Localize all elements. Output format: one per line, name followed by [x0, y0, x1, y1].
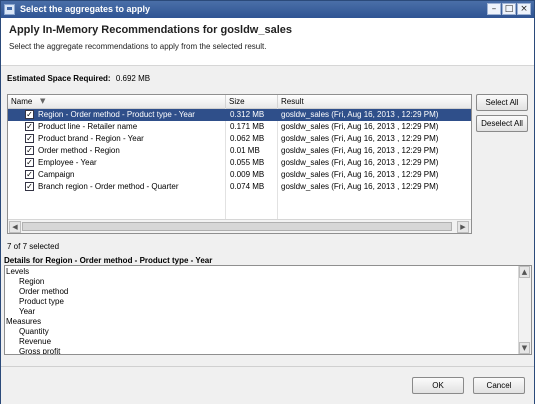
- deselect-all-button[interactable]: Deselect All: [476, 115, 528, 132]
- scroll-left-icon[interactable]: ◀: [9, 221, 21, 233]
- aggregates-table[interactable]: Name ▼ Size Result ✓ Region - Order meth…: [7, 94, 472, 234]
- row-name: Product line - Retailer name: [38, 122, 138, 131]
- scrollbar-thumb[interactable]: [22, 222, 452, 231]
- row-name: Region - Order method - Product type - Y…: [38, 110, 195, 119]
- row-name: Campaign: [38, 170, 75, 179]
- row-size: 0.171 MB: [230, 122, 265, 131]
- page-title: Apply In-Memory Recommendations for gosl…: [9, 24, 293, 36]
- table-row[interactable]: ✓ Branch region - Order method - Quarter…: [8, 181, 471, 193]
- cancel-button[interactable]: Cancel: [473, 377, 525, 394]
- row-result: gosldw_sales (Fri, Aug 16, 2013 , 12:29 …: [281, 182, 439, 191]
- row-size: 0.074 MB: [230, 182, 265, 191]
- dialog-window: Select the aggregates to apply – □ × App…: [0, 0, 535, 404]
- table-row[interactable]: ✓ Product brand - Region - Year 0.062 MB…: [8, 133, 471, 145]
- maximize-icon[interactable]: □: [502, 3, 516, 15]
- details-line: Revenue: [19, 337, 52, 346]
- table-row[interactable]: ✓ Campaign 0.009 MB gosldw_sales (Fri, A…: [8, 169, 471, 181]
- scroll-up-icon[interactable]: ▲: [519, 266, 530, 278]
- table-header: Name ▼ Size Result: [8, 95, 471, 109]
- title-bar[interactable]: Select the aggregates to apply – □ ×: [1, 1, 534, 18]
- row-checkbox[interactable]: ✓: [25, 158, 34, 167]
- window-title: Select the aggregates to apply: [20, 4, 151, 14]
- details-line: Measures: [6, 317, 42, 326]
- details-line: Levels: [6, 267, 30, 276]
- select-all-button[interactable]: Select All: [476, 94, 528, 111]
- row-result: gosldw_sales (Fri, Aug 16, 2013 , 12:29 …: [281, 122, 439, 131]
- row-checkbox[interactable]: ✓: [25, 170, 34, 179]
- column-header-result[interactable]: Result: [278, 95, 471, 108]
- row-name: Branch region - Order method - Quarter: [38, 182, 179, 191]
- row-result: gosldw_sales (Fri, Aug 16, 2013 , 12:29 …: [281, 146, 439, 155]
- minimize-icon[interactable]: –: [487, 3, 501, 15]
- details-line: Gross profit: [19, 347, 61, 355]
- close-icon[interactable]: ×: [517, 3, 531, 15]
- table-row[interactable]: ✓ Product line - Retailer name 0.171 MB …: [8, 121, 471, 133]
- details-line: Region: [19, 277, 45, 286]
- estimated-space-label: Estimated Space Required:: [7, 74, 111, 83]
- column-name-label: Name: [11, 97, 33, 106]
- row-size: 0.055 MB: [230, 158, 265, 167]
- table-row[interactable]: ✓ Region - Order method - Product type -…: [8, 109, 471, 121]
- app-window-icon: [4, 4, 15, 15]
- page-subtitle: Select the aggregate recommendations to …: [9, 42, 267, 51]
- details-line: Order method: [19, 287, 69, 296]
- sort-down-icon: ▼: [40, 97, 46, 105]
- row-result: gosldw_sales (Fri, Aug 16, 2013 , 12:29 …: [281, 134, 439, 143]
- ok-button[interactable]: OK: [412, 377, 464, 394]
- row-size: 0.312 MB: [230, 110, 265, 119]
- details-panel[interactable]: Levels Region Order method Product type …: [4, 265, 532, 355]
- table-row[interactable]: ✓ Employee - Year 0.055 MB gosldw_sales …: [8, 157, 471, 169]
- details-line: Product type: [19, 297, 64, 306]
- row-size: 0.01 MB: [230, 146, 260, 155]
- row-checkbox[interactable]: ✓: [25, 122, 34, 131]
- vertical-scrollbar[interactable]: ▲ ▼: [518, 266, 531, 354]
- estimated-space-value: 0.692 MB: [115, 74, 151, 83]
- dialog-footer: OK Cancel: [1, 366, 534, 404]
- dialog-header: Apply In-Memory Recommendations for gosl…: [1, 18, 534, 66]
- row-result: gosldw_sales (Fri, Aug 16, 2013 , 12:29 …: [281, 170, 439, 179]
- row-checkbox[interactable]: ✓: [25, 146, 34, 155]
- scroll-down-icon[interactable]: ▼: [519, 342, 530, 354]
- row-size: 0.009 MB: [230, 170, 265, 179]
- scroll-right-icon[interactable]: ▶: [457, 221, 469, 233]
- column-header-size[interactable]: Size: [226, 95, 278, 108]
- table-row[interactable]: ✓ Order method - Region 0.01 MB gosldw_s…: [8, 145, 471, 157]
- row-name: Order method - Region: [38, 146, 120, 155]
- details-heading: Details for Region - Order method - Prod…: [4, 256, 213, 265]
- horizontal-scrollbar[interactable]: ◀ ▶: [8, 219, 471, 233]
- row-size: 0.062 MB: [230, 134, 265, 143]
- estimated-space: Estimated Space Required: 0.692 MB: [7, 74, 150, 83]
- row-checkbox[interactable]: ✓: [25, 134, 34, 143]
- row-checkbox[interactable]: ✓: [25, 182, 34, 191]
- row-name: Product brand - Region - Year: [38, 134, 144, 143]
- row-result: gosldw_sales (Fri, Aug 16, 2013 , 12:29 …: [281, 158, 439, 167]
- column-header-name[interactable]: Name ▼: [8, 95, 226, 108]
- details-line: Year: [19, 307, 36, 316]
- row-result: gosldw_sales (Fri, Aug 16, 2013 , 12:29 …: [281, 110, 439, 119]
- row-name: Employee - Year: [38, 158, 97, 167]
- row-checkbox[interactable]: ✓: [25, 110, 34, 119]
- selection-count: 7 of 7 selected: [7, 242, 60, 251]
- details-line: Quantity: [19, 327, 49, 336]
